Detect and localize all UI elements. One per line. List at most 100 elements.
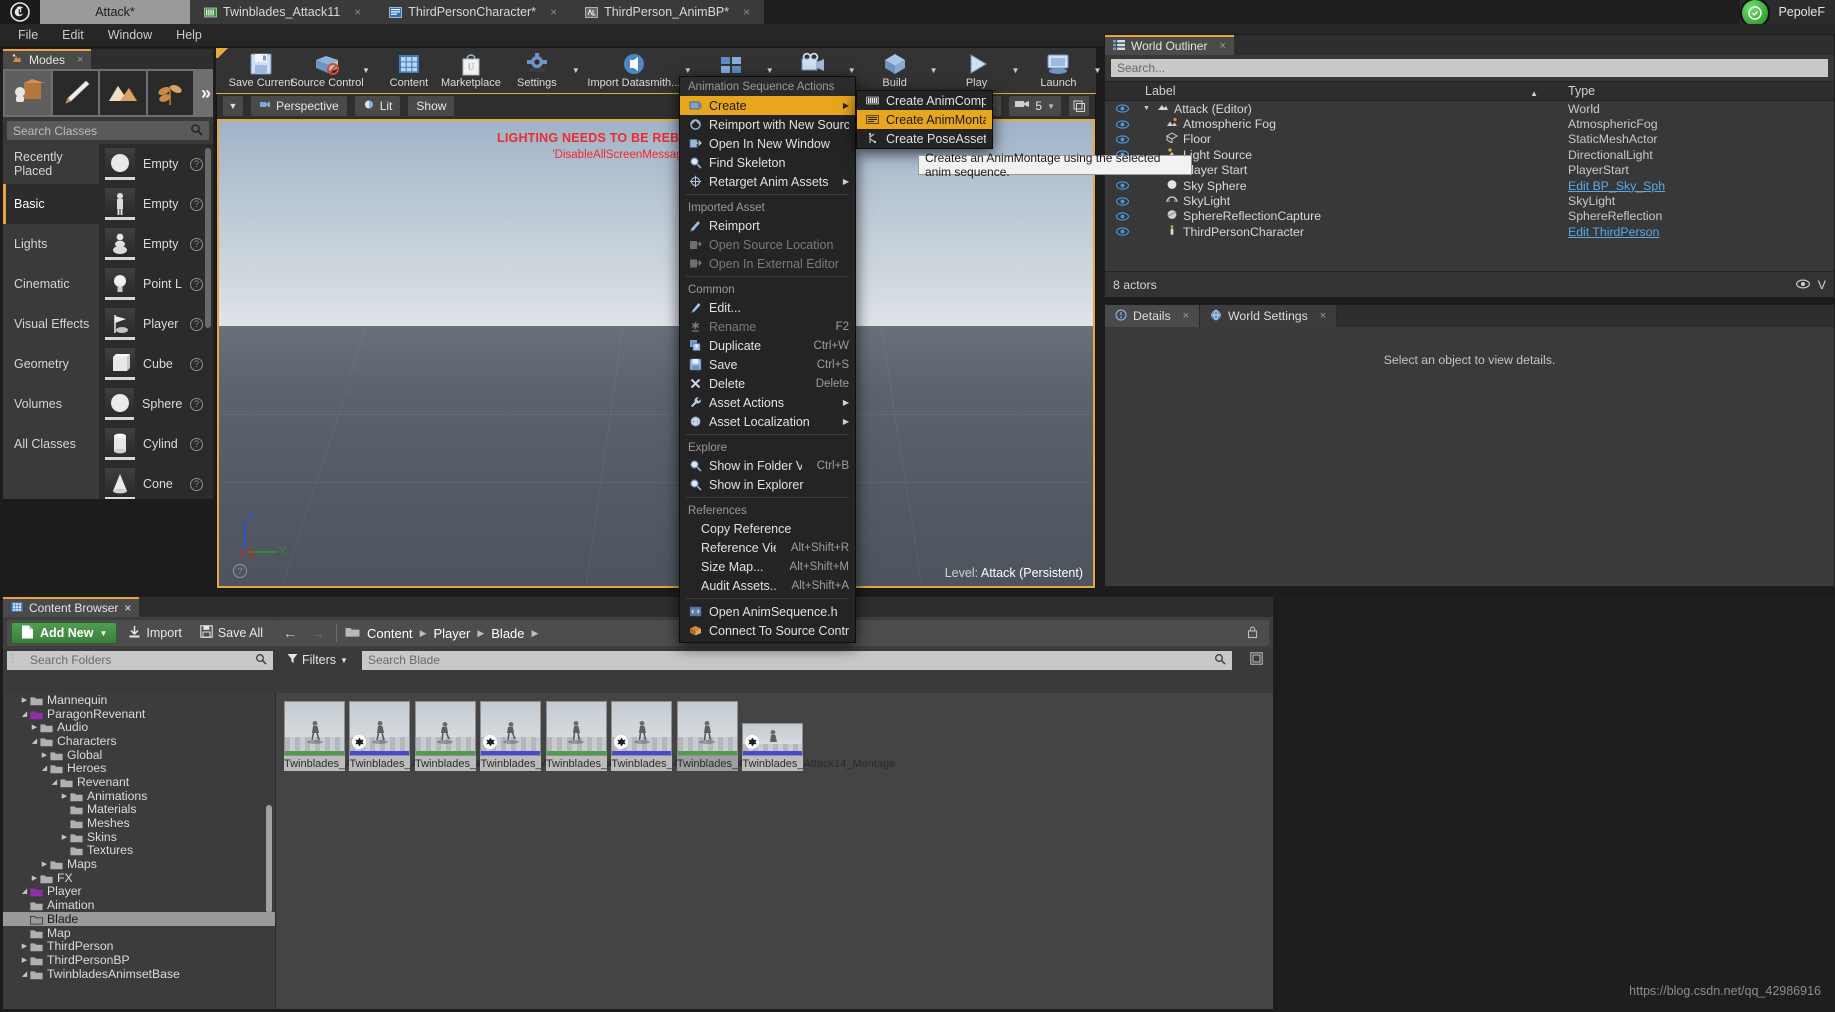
chevron-down-icon[interactable]: ◢	[39, 764, 50, 772]
chevron-right-icon[interactable]: ▶	[19, 696, 30, 704]
toolbar-build[interactable]: Build	[864, 48, 926, 94]
submenu-item-create-animcomposite[interactable]: Create AnimComposite	[857, 91, 992, 110]
chevron-right-icon[interactable]: ▶	[19, 956, 30, 964]
place-actors-scrollbar[interactable]	[205, 148, 211, 328]
tree-item-blade[interactable]: Blade	[3, 912, 275, 926]
close-icon[interactable]: ×	[1219, 40, 1225, 52]
viewport-show-button[interactable]: Show	[408, 96, 455, 116]
list-item[interactable]: Empty ?	[99, 144, 213, 184]
viewport-help-icon[interactable]: ?	[233, 564, 247, 578]
chevron-down-icon[interactable]: ◢	[19, 970, 30, 978]
list-item[interactable]: Cone ?	[99, 464, 213, 499]
more-modes-icon[interactable]: »	[195, 83, 211, 104]
chevron-down-icon[interactable]: ◢	[19, 887, 30, 895]
add-new-button[interactable]: Add New ▼	[11, 622, 118, 644]
search-folders-input[interactable]: Search Folders	[7, 650, 273, 670]
help-icon[interactable]: ?	[190, 157, 203, 171]
tab-modes[interactable]: Modes ×	[3, 49, 92, 69]
chevron-right-icon[interactable]: ▶	[39, 860, 50, 868]
chevron-down-icon[interactable]: ◢	[19, 710, 30, 718]
tree-item-materials[interactable]: Materials	[3, 802, 275, 816]
tree-item-heroes[interactable]: ◢ Heroes	[3, 761, 275, 775]
menu-item-save[interactable]: Save Ctrl+S	[680, 355, 855, 374]
toolbar-launch[interactable]: Launch	[1027, 48, 1089, 94]
table-row[interactable]: SkyLight SkyLight	[1105, 193, 1834, 208]
viewport-options-icon[interactable]: ▼	[223, 96, 243, 116]
tree-item-paragonrevenant[interactable]: ◢ ParagonRevenant	[3, 707, 275, 721]
outliner-view-options-label[interactable]: V	[1818, 278, 1826, 292]
chevron-right-icon[interactable]: ▶	[29, 874, 40, 882]
menu-item-connect-to-source-control[interactable]: Connect To Source Control...	[680, 621, 855, 640]
chevron-right-icon[interactable]: ▶	[29, 723, 40, 731]
search-classes-input[interactable]: Search Classes	[7, 121, 209, 140]
toolbar-marketplace[interactable]: U Marketplace	[440, 48, 502, 94]
list-item[interactable]: Cylind ?	[99, 424, 213, 464]
menu-item-show-in-folder-view[interactable]: Show in Folder View Ctrl+B	[680, 456, 855, 475]
foliage-mode-icon[interactable]	[147, 71, 193, 115]
settings-dropdown-icon[interactable]: ▼	[568, 66, 584, 75]
help-icon[interactable]: ?	[190, 397, 203, 411]
table-row[interactable]: SphereReflectionCapture SphereReflection	[1105, 209, 1834, 224]
list-item[interactable]: Empty ?	[99, 224, 213, 264]
tab-world-settings[interactable]: World Settings ×	[1200, 305, 1338, 327]
outliner-search-input[interactable]: Search...	[1111, 59, 1828, 77]
import-button[interactable]: Import	[119, 622, 190, 644]
asset-item[interactable]: Twinblades_Attack12	[414, 701, 519, 771]
launch-dropdown-icon[interactable]: ▼	[1089, 66, 1105, 75]
submenu-item-create-poseasset[interactable]: Create PoseAsset	[857, 129, 992, 148]
tree-item-player[interactable]: ◢ Player	[3, 884, 275, 898]
help-icon[interactable]: ?	[190, 437, 203, 451]
tree-item-audio[interactable]: ▶ Audio	[3, 720, 275, 734]
maximize-viewport-icon[interactable]	[1069, 96, 1089, 116]
tree-item-fx[interactable]: ▶ FX	[3, 871, 275, 885]
eye-icon[interactable]	[1105, 104, 1139, 113]
table-row[interactable]: Floor StaticMeshActor	[1105, 132, 1834, 147]
camera-speed-button[interactable]: 5 ▼	[1009, 96, 1061, 116]
close-icon[interactable]: ×	[77, 54, 83, 66]
close-icon[interactable]: ×	[743, 5, 750, 19]
folder-tree-scrollbar[interactable]	[266, 805, 272, 913]
asset-item[interactable]: Twinblades_Attack13_Montage	[611, 701, 764, 771]
tree-item-animations[interactable]: ▶ Animations	[3, 789, 275, 803]
tree-item-mannequin[interactable]: ▶ Mannequin	[3, 693, 275, 707]
tree-item-thirdpersonbp[interactable]: ▶ ThirdPersonBP	[3, 953, 275, 967]
outliner-label-column-header[interactable]: Label ▲	[1139, 84, 1564, 98]
chevron-right-icon[interactable]: ▶	[59, 792, 70, 800]
list-item[interactable]: Cube ?	[99, 344, 213, 384]
tree-item-characters[interactable]: ◢ Characters	[3, 734, 275, 748]
tree-item-revenant[interactable]: ◢ Revenant	[3, 775, 275, 789]
tab-world-outliner[interactable]: World Outliner ×	[1105, 35, 1234, 55]
help-icon[interactable]: ?	[190, 237, 203, 251]
menu-item-audit-assets[interactable]: Audit Assets... Alt+Shift+A	[680, 576, 855, 595]
category-lights[interactable]: Lights	[3, 224, 99, 264]
place-mode-icon[interactable]	[5, 71, 51, 115]
expander-icon[interactable]: ▼	[1143, 105, 1152, 112]
viewport-scene[interactable]: LIGHTING NEEDS TO BE REBUILT (1 unbuilt …	[217, 119, 1095, 588]
list-item[interactable]: Player ?	[99, 304, 213, 344]
menu-edit[interactable]: Edit	[50, 24, 96, 46]
close-icon[interactable]: ×	[124, 601, 131, 615]
toolbar-source-control[interactable]: Source Control	[290, 48, 364, 94]
asset-item[interactable]: Twinblades_Attack11_Montage	[349, 701, 502, 771]
help-icon[interactable]: ?	[190, 277, 203, 291]
tree-item-textures[interactable]: Textures	[3, 843, 275, 857]
breadcrumb-player[interactable]: Player	[430, 626, 473, 641]
editor-tab-thirdpersoncharacter[interactable]: ThirdPersonCharacter* ×	[375, 0, 572, 24]
view-options-icon[interactable]	[1250, 652, 1269, 668]
tree-item-thirdperson[interactable]: ▶ ThirdPerson	[3, 939, 275, 953]
menu-item-asset-localization[interactable]: Asset Localization ▶	[680, 412, 855, 431]
outliner-type[interactable]: Edit BP_Sky_Sph	[1564, 179, 1834, 193]
asset-item[interactable]: Twinblades_Attack11	[284, 701, 387, 771]
submenu-item-create-animmontage[interactable]: Create AnimMontage	[857, 110, 992, 129]
play-dropdown-icon[interactable]: ▼	[1008, 66, 1024, 75]
filters-button[interactable]: Filters ▼	[287, 653, 348, 667]
tab-content-browser[interactable]: Content Browser ×	[3, 597, 140, 617]
tree-item-global[interactable]: ▶ Global	[3, 748, 275, 762]
asset-item[interactable]: Twinblades_Attack14	[676, 701, 781, 771]
menu-item-create[interactable]: Create ▶	[680, 96, 855, 115]
tab-details[interactable]: Details ×	[1105, 305, 1201, 327]
chevron-right-icon[interactable]: ▶	[39, 751, 50, 759]
forward-icon[interactable]: →	[304, 625, 332, 641]
table-row[interactable]: Atmospheric Fog AtmosphericFog	[1105, 116, 1834, 131]
eye-icon[interactable]	[1105, 196, 1139, 206]
